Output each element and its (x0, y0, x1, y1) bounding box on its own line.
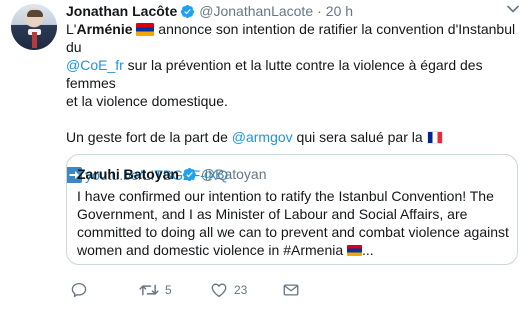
reply-button[interactable] (70, 281, 94, 299)
heart-icon (211, 283, 227, 298)
author-handle[interactable]: @JonathanLacote (199, 3, 313, 19)
direct-message-button[interactable] (282, 281, 300, 299)
france-flag-icon (426, 131, 443, 144)
retweet-count: 5 (165, 283, 172, 297)
author-name[interactable]: Jonathan Lacôte (66, 3, 177, 19)
tweet-text-fragment: Un geste fort de la part de (66, 129, 232, 145)
like-count: 23 (234, 283, 248, 297)
quoted-tweet-header: Zaruhi Batoyan @Batoyan (77, 165, 507, 183)
envelope-icon (283, 284, 299, 296)
tweet-timestamp[interactable]: 20 h (326, 3, 353, 19)
retweet-icon (139, 284, 159, 296)
reply-icon (71, 282, 87, 298)
armenia-flag-icon (347, 245, 363, 256)
quoted-tweet-text: I have confirmed our intention to ratify… (77, 187, 509, 259)
tweet-line: L'Arménie annonce son intention de ratif… (66, 20, 520, 56)
tweet-line: @CoE_fr sur la prévention et la lutte co… (66, 56, 520, 92)
bold-country-name: Arménie (76, 21, 133, 37)
header-separator: · (317, 3, 322, 19)
tweet-actions: 5 23 (66, 281, 366, 301)
tweet-line: Un geste fort de la part de @armgov qui … (66, 128, 520, 146)
verified-badge-icon (181, 4, 195, 18)
quoted-text-ellipsis: ... (362, 242, 374, 258)
tweet-header: Jonathan Lacôte @JonathanLacote · 20 h (66, 2, 353, 20)
tweet: Jonathan Lacôte @JonathanLacote · 20 h L… (0, 0, 529, 309)
tweet-text-fragment: annonce son intention de ratifier la con… (66, 21, 516, 55)
author-avatar[interactable] (11, 4, 57, 50)
tweet-text-fragment: sur la prévention et la lutte contre la … (66, 57, 483, 91)
quoted-author-name: Zaruhi Batoyan (77, 166, 179, 182)
mention-link[interactable]: @CoE_fr (66, 57, 124, 73)
chevron-down-icon[interactable] (506, 2, 520, 16)
retweet-button[interactable]: 5 (139, 281, 172, 299)
armenia-flag-icon (136, 23, 155, 36)
avatar-tie (32, 32, 37, 48)
avatar-hair (27, 10, 43, 17)
tweet-text-fragment: L' (66, 21, 77, 37)
like-button[interactable]: 23 (210, 281, 247, 299)
quoted-author-handle: @Batoyan (200, 166, 267, 182)
quoted-text-body: I have confirmed our intention to ratify… (77, 188, 509, 258)
quoted-tweet[interactable]: Zaruhi Batoyan @Batoyan I have confirmed… (66, 154, 518, 265)
tweet-text-fragment: qui sera salué par la (292, 129, 427, 145)
tweet-line: et la violence domestique. (66, 93, 228, 109)
mention-link[interactable]: @armgov (232, 129, 293, 145)
verified-badge-icon (182, 167, 196, 181)
